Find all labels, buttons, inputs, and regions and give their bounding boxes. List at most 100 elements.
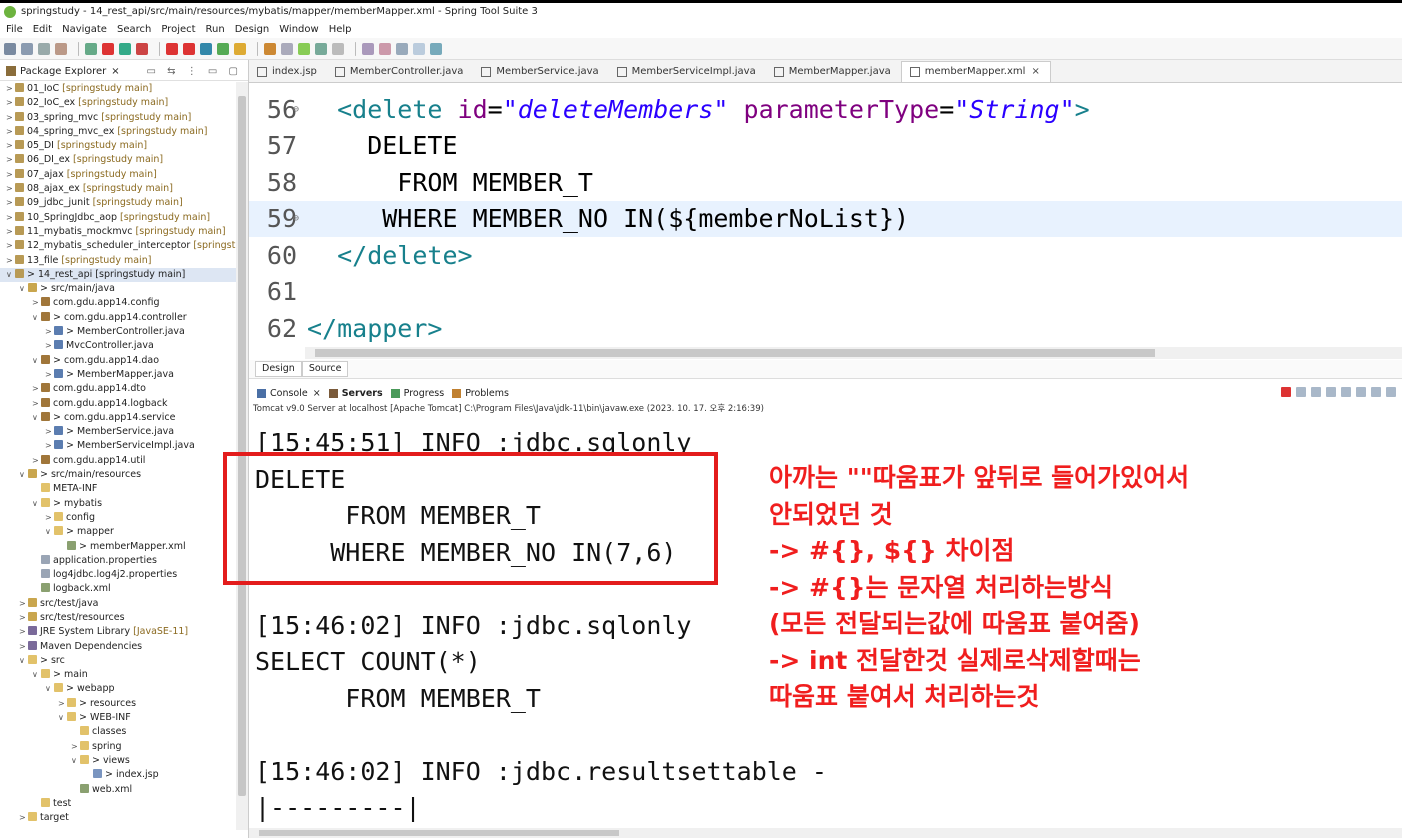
menu-search[interactable]: Search [117,24,151,35]
collapsed-arrow-icon[interactable]: > [6,196,15,210]
pin-icon[interactable] [413,42,425,55]
new-icon[interactable] [4,42,16,55]
collapsed-arrow-icon[interactable]: > [32,382,41,396]
expanded-arrow-icon[interactable]: ∨ [71,754,80,768]
collapsed-arrow-icon[interactable]: > [45,425,54,439]
collapsed-arrow-icon[interactable]: > [6,168,15,182]
scrollbar-thumb[interactable] [238,96,246,796]
collapsed-arrow-icon[interactable]: > [45,339,54,353]
editor-tab[interactable]: memberMapper.xml × [900,61,1051,82]
console-tab-console[interactable]: Console × [257,388,321,399]
code-line[interactable]: 58 FROM MEMBER_T [249,165,1402,201]
tree-item[interactable]: ∨ > views [0,754,236,768]
expanded-arrow-icon[interactable]: ∨ [19,654,28,668]
clear-console-icon[interactable] [1311,387,1321,397]
tree-item[interactable]: >12_mybatis_scheduler_interceptor [sprin… [0,239,236,253]
editor-tab[interactable]: MemberService.java [473,62,608,82]
tree-item[interactable]: >01_IoC [springstudy main] [0,82,236,96]
print-icon[interactable] [55,42,67,55]
scroll-lock-icon[interactable] [1326,387,1336,397]
tree-item[interactable]: > MvcController.java [0,339,236,353]
collapsed-arrow-icon[interactable]: > [45,325,54,339]
task-icon[interactable] [264,42,276,55]
annotation-icon[interactable] [281,42,293,55]
tree-item[interactable]: > > resources [0,697,236,711]
open-type-icon[interactable] [234,42,246,55]
menu-window[interactable]: Window [279,24,318,35]
menu-navigate[interactable]: Navigate [62,24,107,35]
tree-item[interactable]: log4jdbc.log4j2.properties [0,568,236,582]
tree-item[interactable]: >06_DI_ex [springstudy main] [0,153,236,167]
menu-project[interactable]: Project [161,24,195,35]
tree-item[interactable]: ∨ > com.gdu.app14.dao [0,354,236,368]
close-icon[interactable]: × [111,66,119,77]
package-explorer-title[interactable]: Package Explorer [20,66,106,77]
expanded-arrow-icon[interactable]: ∨ [32,411,41,425]
tree-item[interactable]: > > MemberMapper.java [0,368,236,382]
collapsed-arrow-icon[interactable]: > [6,111,15,125]
editor-tab[interactable]: MemberController.java [327,62,474,82]
console-tab-problems[interactable]: Problems [452,388,509,399]
tree-item[interactable]: > index.jsp [0,768,236,782]
expanded-arrow-icon[interactable]: ∨ [58,711,67,725]
code-line[interactable]: 62 </mapper> [249,311,1402,346]
menu-file[interactable]: File [6,24,23,35]
collapsed-arrow-icon[interactable]: > [6,153,15,167]
scrollbar-thumb[interactable] [315,349,1155,357]
display-selected-console-icon[interactable] [1371,387,1381,397]
tree-item[interactable]: >11_mybatis_mockmvc [springstudy main] [0,225,236,239]
collapsed-arrow-icon[interactable]: > [45,439,54,453]
next-icon[interactable] [298,42,310,55]
debug-icon[interactable] [119,42,131,55]
fold-toggle-icon[interactable]: ⊖ [293,92,299,128]
view-menu-icon[interactable]: ▭ ⇆ ⋮ ▭ ▢ [147,66,242,77]
stop-icon[interactable] [166,42,178,55]
spring-icon[interactable] [430,42,442,55]
tree-item[interactable]: > com.gdu.app14.util [0,454,236,468]
tree-item[interactable]: ∨ > com.gdu.app14.service [0,411,236,425]
collapsed-arrow-icon[interactable]: > [6,239,15,253]
skip-icon[interactable] [183,42,195,55]
collapsed-arrow-icon[interactable]: > [58,697,67,711]
expanded-arrow-icon[interactable]: ∨ [6,268,15,282]
open-console-icon[interactable] [1386,387,1396,397]
tree-item[interactable]: ∨ > src [0,654,236,668]
tree-item[interactable]: > target [0,811,236,825]
expanded-arrow-icon[interactable]: ∨ [32,354,41,368]
search-icon[interactable] [217,42,229,55]
code-line[interactable]: 60 </delete> [249,238,1402,274]
tree-item[interactable]: > src/test/resources [0,611,236,625]
collapsed-arrow-icon[interactable]: > [19,625,28,639]
external-tools-icon[interactable] [102,42,114,55]
tree-item[interactable]: web.xml [0,783,236,797]
save-all-icon[interactable] [38,42,50,55]
tree-item[interactable]: >13_file [springstudy main] [0,254,236,268]
prev-icon[interactable] [315,42,327,55]
tree-item[interactable]: >03_spring_mvc [springstudy main] [0,111,236,125]
collapsed-arrow-icon[interactable]: > [6,96,15,110]
expanded-arrow-icon[interactable]: ∨ [19,468,28,482]
expanded-arrow-icon[interactable]: ∨ [19,282,28,296]
collapsed-arrow-icon[interactable]: > [6,211,15,225]
tree-item[interactable]: >07_ajax [springstudy main] [0,168,236,182]
code-editor[interactable]: 56 ⊖ <delete id="deleteMembers" parameter… [249,83,1402,346]
expanded-arrow-icon[interactable]: ∨ [45,682,54,696]
tree-item[interactable]: > > MemberServiceImpl.java [0,439,236,453]
collapsed-arrow-icon[interactable]: > [6,139,15,153]
tree-item[interactable]: > com.gdu.app14.dto [0,382,236,396]
menu-run[interactable]: Run [206,24,225,35]
collapsed-arrow-icon[interactable]: > [19,811,28,825]
tree-item[interactable]: classes [0,725,236,739]
collapsed-arrow-icon[interactable]: > [6,82,15,96]
console-horizontal-scrollbar[interactable] [249,828,1402,838]
remove-launch-icon[interactable] [1296,387,1306,397]
editor-tab[interactable]: MemberServiceImpl.java [609,62,766,82]
tree-item[interactable]: >04_spring_mvc_ex [springstudy main] [0,125,236,139]
forward-icon[interactable] [362,42,374,55]
tree-item[interactable]: > > MemberService.java [0,425,236,439]
collapsed-arrow-icon[interactable]: > [45,511,54,525]
tree-item[interactable]: ∨ > mybatis [0,497,236,511]
collapsed-arrow-icon[interactable]: > [6,254,15,268]
collapsed-arrow-icon[interactable]: > [32,296,41,310]
tree-item[interactable]: logback.xml [0,582,236,596]
